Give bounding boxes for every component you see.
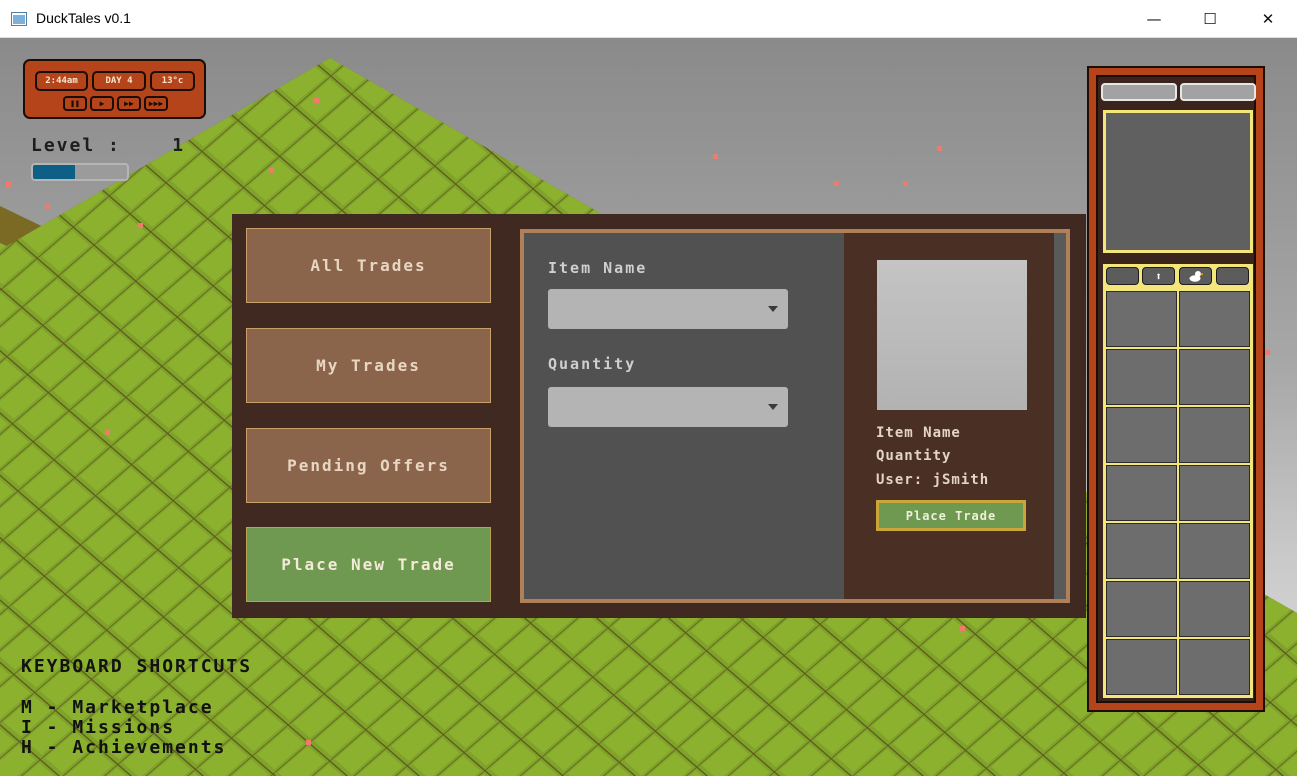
- particle: [138, 223, 143, 228]
- play-button[interactable]: ▶: [90, 96, 114, 111]
- inventory-inner: ⬆: [1096, 75, 1256, 703]
- inventory-slot[interactable]: [1179, 407, 1250, 463]
- day-display: DAY 4: [92, 71, 146, 91]
- chevron-down-icon: [768, 306, 778, 312]
- up-arrow-icon: ⬆: [1155, 269, 1162, 283]
- tab-pending-offers[interactable]: Pending Offers: [246, 428, 491, 503]
- inventory-top-button-right[interactable]: [1180, 83, 1256, 101]
- inventory-tab-blank-right[interactable]: [1216, 267, 1249, 285]
- fastest-icon: ▶▶▶: [148, 99, 164, 108]
- inventory-slot[interactable]: [1179, 581, 1250, 637]
- particle: [314, 98, 319, 103]
- trade-form: Item Name Quantity: [524, 233, 844, 599]
- preview-quantity: Quantity: [876, 448, 952, 464]
- inventory-slot[interactable]: [1106, 639, 1177, 695]
- time-display: 2:44am: [35, 71, 88, 91]
- minimize-button[interactable]: —: [1125, 0, 1183, 38]
- item-name-select[interactable]: [548, 289, 788, 329]
- marketplace-panel: All Trades My Trades Pending Offers Plac…: [232, 214, 1086, 618]
- place-trade-button[interactable]: Place Trade: [876, 500, 1026, 531]
- item-preview-image: [877, 260, 1027, 410]
- inventory-slot[interactable]: [1179, 639, 1250, 695]
- xp-progress-fill: [33, 165, 76, 179]
- tab-my-trades[interactable]: My Trades: [246, 328, 491, 403]
- preview-scrollbar[interactable]: [1054, 233, 1066, 599]
- fast-forward-icon: ▶▶: [124, 99, 134, 108]
- time-hud: 2:44am DAY 4 13°c ❚❚ ▶ ▶▶ ▶▶▶: [23, 59, 206, 119]
- app-icon: [11, 12, 27, 26]
- shortcuts-heading: KEYBOARD SHORTCUTS: [21, 656, 253, 677]
- inventory-top-button-left[interactable]: [1101, 83, 1177, 101]
- shortcut-achievements: H - Achievements: [21, 737, 227, 758]
- inventory-slot[interactable]: [1179, 291, 1250, 347]
- temperature-display: 13°c: [150, 71, 195, 91]
- inventory-slot[interactable]: [1106, 465, 1177, 521]
- inventory-slot[interactable]: [1106, 349, 1177, 405]
- particle: [306, 740, 311, 745]
- particle: [6, 182, 11, 187]
- particle: [960, 626, 965, 631]
- shortcut-missions: I - Missions: [21, 717, 176, 738]
- quantity-label: Quantity: [548, 355, 637, 373]
- inventory-item-preview: [1103, 110, 1253, 253]
- preview-user: User: jSmith: [876, 472, 990, 488]
- maximize-icon: ☐: [1203, 10, 1217, 28]
- pause-button[interactable]: ❚❚: [63, 96, 87, 111]
- particle: [269, 168, 274, 173]
- game-scene[interactable]: 2:44am DAY 4 13°c ❚❚ ▶ ▶▶ ▶▶▶ Level : 1 …: [0, 38, 1297, 776]
- inventory-slot[interactable]: [1179, 349, 1250, 405]
- duck-icon: [1189, 271, 1203, 282]
- play-icon: ▶: [99, 99, 105, 108]
- trade-form-frame: Item Name Quantity Item Name Quantity Us…: [520, 229, 1070, 603]
- inventory-tab-upload[interactable]: ⬆: [1142, 267, 1175, 285]
- pause-icon: ❚❚: [70, 99, 80, 108]
- inventory-slot[interactable]: [1106, 291, 1177, 347]
- particle: [45, 204, 50, 209]
- item-name-label: Item Name: [548, 259, 648, 277]
- fast-forward-button[interactable]: ▶▶: [117, 96, 141, 111]
- inventory-tab-duck[interactable]: [1179, 267, 1212, 285]
- level-label: Level : 1: [31, 135, 186, 156]
- inventory-panel: ⬆: [1087, 66, 1265, 712]
- inventory-tabs: ⬆: [1103, 264, 1253, 288]
- minimize-icon: —: [1146, 10, 1162, 28]
- inventory-slot[interactable]: [1179, 523, 1250, 579]
- tab-place-new-trade[interactable]: Place New Trade: [246, 527, 491, 602]
- maximize-button[interactable]: ☐: [1181, 0, 1239, 38]
- close-icon: ✕: [1261, 10, 1275, 28]
- xp-progress-bar: [31, 163, 129, 181]
- particle: [105, 430, 110, 435]
- inventory-slot[interactable]: [1106, 523, 1177, 579]
- particle: [903, 181, 908, 186]
- chevron-down-icon: [768, 404, 778, 410]
- tab-all-trades[interactable]: All Trades: [246, 228, 491, 303]
- inventory-grid: [1103, 288, 1253, 698]
- window-titlebar: DuckTales v0.1 — ☐ ✕: [0, 0, 1297, 38]
- preview-item-name: Item Name: [876, 425, 961, 441]
- quantity-select[interactable]: [548, 387, 788, 427]
- window-title: DuckTales v0.1: [36, 10, 131, 26]
- particle: [937, 146, 942, 151]
- close-button[interactable]: ✕: [1239, 0, 1297, 38]
- inventory-slot[interactable]: [1179, 465, 1250, 521]
- particle: [1265, 350, 1270, 355]
- particle: [713, 154, 718, 159]
- inventory-slot[interactable]: [1106, 581, 1177, 637]
- inventory-tab-blank-left[interactable]: [1106, 267, 1139, 285]
- shortcut-marketplace: M - Marketplace: [21, 697, 214, 718]
- fastest-button[interactable]: ▶▶▶: [144, 96, 168, 111]
- particle: [834, 181, 839, 186]
- trade-preview: Item Name Quantity User: jSmith Place Tr…: [844, 233, 1054, 599]
- inventory-slot[interactable]: [1106, 407, 1177, 463]
